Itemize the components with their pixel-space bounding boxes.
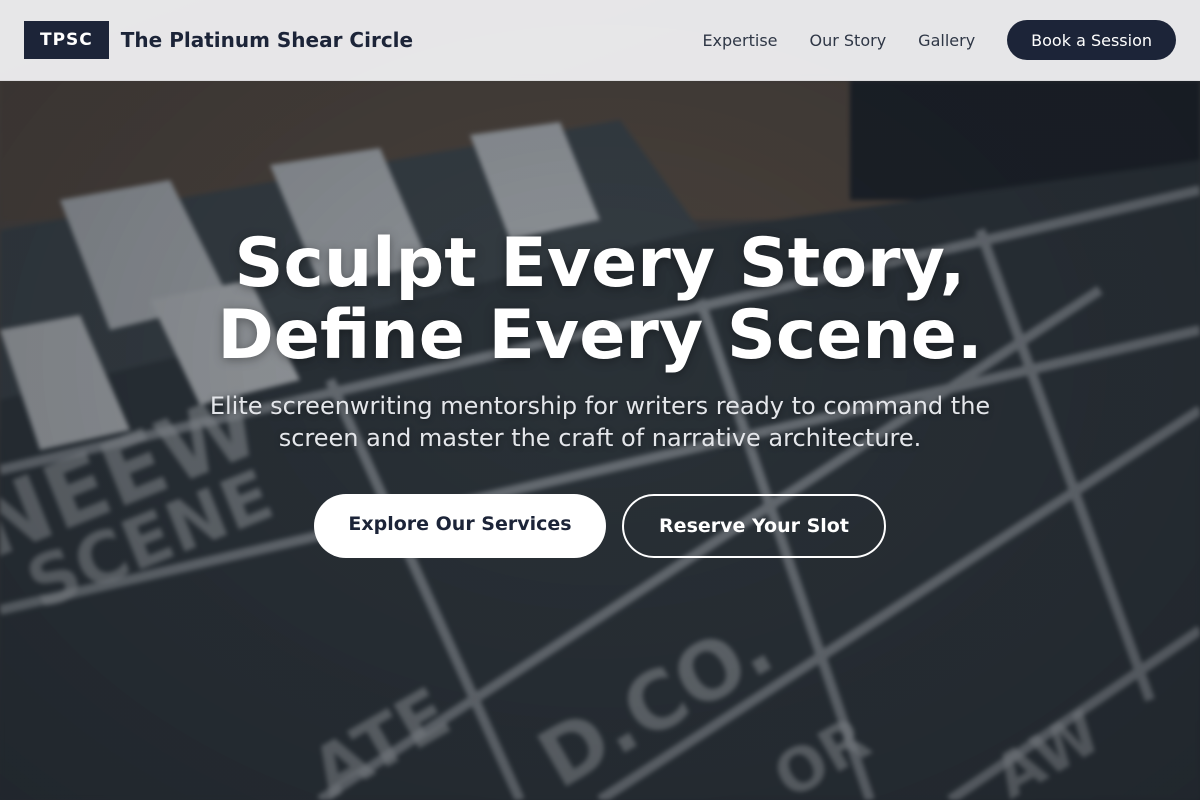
nav-link-gallery[interactable]: Gallery bbox=[918, 31, 975, 50]
site-header: TPSC The Platinum Shear Circle Expertise… bbox=[0, 0, 1200, 81]
explore-services-button[interactable]: Explore Our Services bbox=[314, 494, 606, 558]
hero-title: Sculpt Every Story, Define Every Scene. bbox=[0, 228, 1200, 372]
hero-actions: Explore Our Services Reserve Your Slot bbox=[0, 494, 1200, 558]
main-nav: Expertise Our Story Gallery Book a Sessi… bbox=[702, 20, 1176, 60]
nav-link-expertise[interactable]: Expertise bbox=[702, 31, 777, 50]
hero-subtitle: Elite screenwriting mentorship for write… bbox=[209, 392, 991, 452]
book-session-button[interactable]: Book a Session bbox=[1007, 20, 1176, 60]
brand-name[interactable]: The Platinum Shear Circle bbox=[121, 28, 413, 52]
nav-link-our-story[interactable]: Our Story bbox=[810, 31, 887, 50]
hero-title-line-1: Sculpt Every Story, bbox=[234, 224, 966, 303]
hero-title-line-2: Define Every Scene. bbox=[217, 296, 983, 375]
reserve-slot-button[interactable]: Reserve Your Slot bbox=[622, 494, 886, 558]
hero-section: Sculpt Every Story, Define Every Scene. … bbox=[0, 228, 1200, 558]
logo-badge[interactable]: TPSC bbox=[24, 21, 109, 59]
